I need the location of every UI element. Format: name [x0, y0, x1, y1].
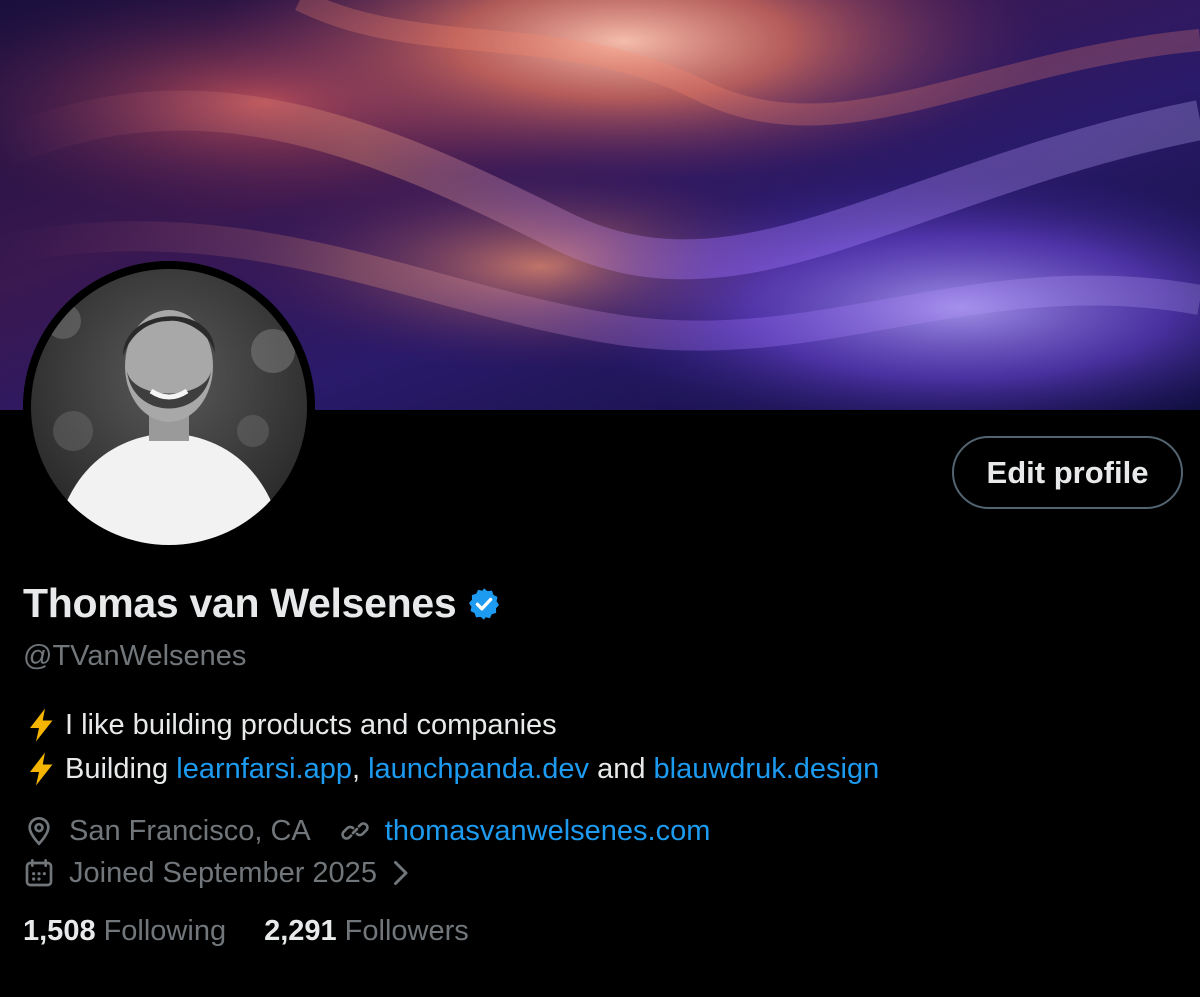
- profile-meta: San Francisco, CA thomasvanwelsenes.com: [23, 810, 738, 894]
- profile-avatar[interactable]: [23, 261, 315, 553]
- followers-count: 2,291: [264, 915, 337, 947]
- chevron-right-icon[interactable]: [389, 858, 411, 888]
- bio-text-2-prefix: Building: [65, 753, 177, 785]
- bio-link-learnfarsi[interactable]: learnfarsi.app: [176, 747, 352, 791]
- bio-link-blauwdruk[interactable]: blauwdruk.design: [654, 747, 880, 791]
- followers-label: Followers: [344, 915, 469, 947]
- lightning-bolt-icon: [23, 707, 61, 743]
- edit-profile-button[interactable]: Edit profile: [952, 436, 1183, 509]
- following-count: 1,508: [23, 915, 96, 947]
- bio-text-1: I like building products and companies: [65, 709, 557, 741]
- bio-link-launchpanda[interactable]: launchpanda.dev: [368, 747, 589, 791]
- location-text: San Francisco, CA: [69, 814, 311, 847]
- location-pin-icon: [23, 815, 55, 847]
- display-name: Thomas van Welsenes: [23, 580, 457, 626]
- bio-separator-2: and: [589, 753, 654, 785]
- follow-stats: 1,508 Following 2,291 Followers: [23, 915, 507, 948]
- following-label: Following: [103, 915, 227, 947]
- location-item: San Francisco, CA: [23, 815, 311, 848]
- verified-badge-icon[interactable]: [466, 586, 502, 622]
- profile-bio: I like building products and companies B…: [23, 703, 879, 791]
- avatar-photo: [23, 261, 315, 553]
- bio-separator-1: ,: [351, 753, 369, 785]
- calendar-icon: [23, 857, 55, 889]
- joined-text: Joined September 2025: [69, 856, 377, 889]
- profile-handle: @TVanWelsenes: [23, 640, 247, 672]
- website-link[interactable]: thomasvanwelsenes.com: [385, 815, 711, 848]
- joined-item[interactable]: Joined September 2025: [23, 857, 411, 890]
- meta-row-1: San Francisco, CA thomasvanwelsenes.com: [23, 810, 738, 852]
- website-item[interactable]: thomasvanwelsenes.com: [339, 815, 711, 848]
- following-stat[interactable]: 1,508 Following: [23, 915, 226, 948]
- link-icon: [339, 815, 371, 847]
- lightning-bolt-icon: [23, 751, 61, 787]
- bio-line-2: Building learnfarsi.app, launchpanda.dev…: [23, 747, 879, 791]
- bio-line-1: I like building products and companies: [23, 703, 879, 747]
- meta-row-2: Joined September 2025: [23, 852, 738, 894]
- profile-name-row: Thomas van Welsenes: [23, 580, 502, 627]
- followers-stat[interactable]: 2,291 Followers: [264, 915, 469, 948]
